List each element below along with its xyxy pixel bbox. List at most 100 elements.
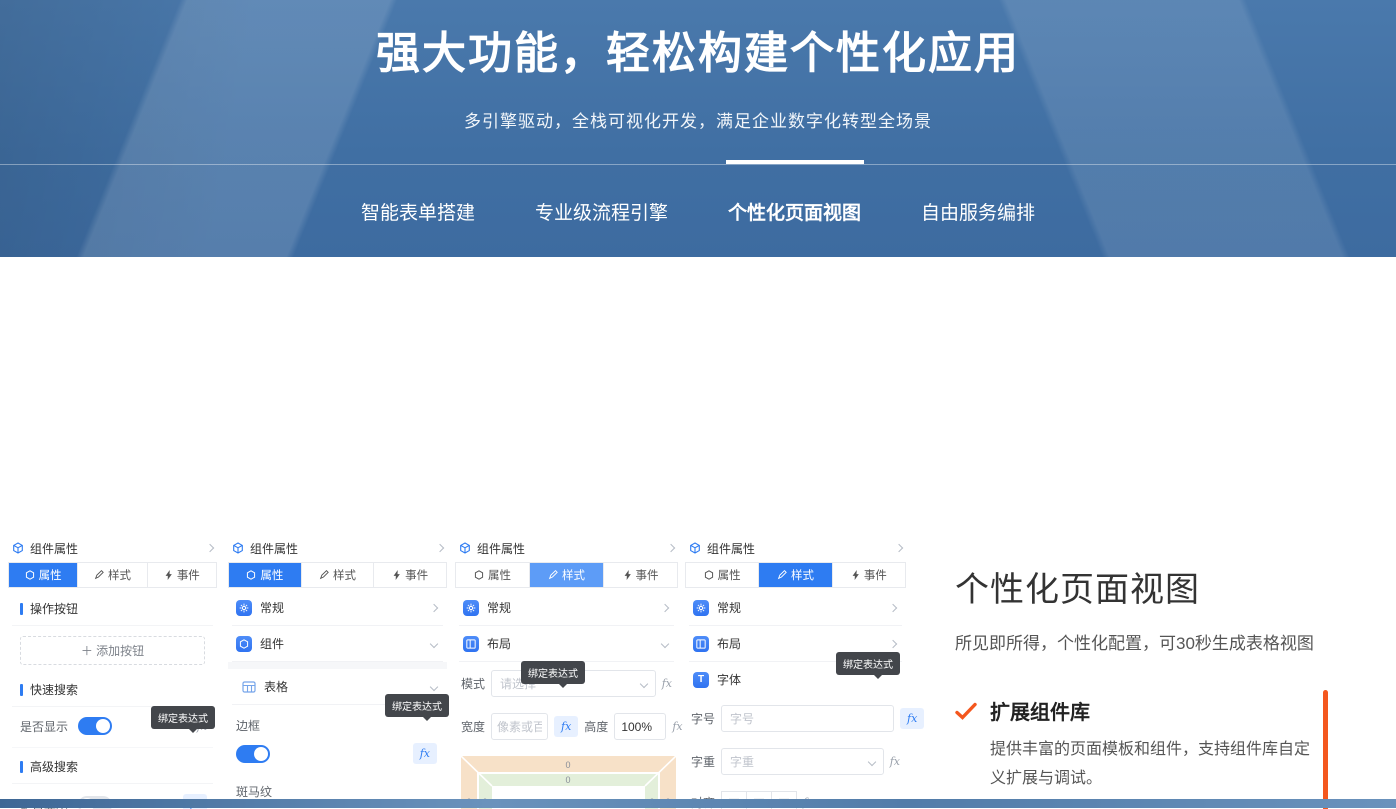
add-button[interactable]: ＋ 添加按钮 (20, 636, 205, 665)
gear-icon (236, 600, 252, 616)
panel-title: 组件属性 (477, 540, 525, 557)
tab-label: 属性 (260, 567, 283, 583)
panel-body: 常规 布局 T 字体 字号 fx 字重 (685, 588, 906, 809)
bind-expression-tooltip: 绑定表达式 (151, 706, 215, 729)
panel-body: 操作按钮 ＋ 添加按钮 快速搜索 是否显示 fx 高级搜索 是否显示 fx 排序… (8, 588, 217, 809)
accordion-component[interactable]: 组件 (232, 626, 443, 662)
height-label: 高度 (584, 718, 608, 735)
chevron-right-icon[interactable] (436, 544, 444, 552)
fx-button[interactable]: fx (662, 677, 672, 690)
hero-banner: 强大功能，轻松构建个性化应用 多引擎驱动，全栈可视化开发，满足企业数字化转型全场… (0, 0, 1396, 257)
tab-label: 属性 (718, 567, 741, 583)
fx-button-active[interactable]: fx (554, 716, 578, 737)
chevron-right-icon[interactable] (895, 544, 903, 552)
feature-list: 扩展组件库 提供丰富的页面模板和组件，支持组件库自定义扩展与调试。 前后分层 视… (955, 696, 1335, 809)
tab-style[interactable]: 样式 (301, 563, 374, 587)
toggle-on[interactable] (236, 745, 270, 763)
tab-style[interactable]: 样式 (758, 563, 831, 587)
font-weight-placeholder: 字重 (730, 753, 754, 770)
event-icon (623, 570, 632, 580)
chevron-right-icon (889, 603, 897, 611)
font-icon: T (693, 672, 709, 688)
event-icon (164, 570, 173, 580)
chevron-down-icon (430, 682, 438, 690)
properties-icon (246, 570, 256, 580)
accordion-general[interactable]: 常规 (689, 590, 902, 626)
accordion-label: 布局 (717, 635, 741, 652)
tab-properties[interactable]: 属性 (456, 563, 529, 587)
chevron-right-icon[interactable] (206, 544, 214, 552)
font-weight-select[interactable]: 字重 (721, 748, 884, 775)
accordion-general[interactable]: 常规 (232, 590, 443, 626)
event-icon (392, 570, 401, 580)
panel-title: 组件属性 (30, 540, 78, 557)
tab-event[interactable]: 事件 (832, 563, 905, 587)
table-icon (242, 681, 256, 693)
hero-tabstrip: 智能表单搭建 专业级流程引擎 个性化页面视图 自由服务编排 (0, 164, 1396, 257)
style-icon (94, 570, 104, 580)
tab-event[interactable]: 事件 (603, 563, 677, 587)
event-icon (851, 570, 860, 580)
font-size-row: 字号 fx (689, 697, 902, 740)
border-toggle-row: fx (232, 736, 443, 771)
feature-item-title: 扩展组件库 (990, 696, 1090, 725)
gear-icon (693, 600, 709, 616)
width-label: 宽度 (461, 718, 485, 735)
hero-tab-page-view[interactable]: 个性化页面视图 (724, 196, 865, 227)
tab-properties[interactable]: 属性 (686, 563, 758, 587)
accordion-layout[interactable]: 布局 (459, 626, 674, 662)
font-size-label: 字号 (691, 710, 715, 727)
tab-label: 事件 (636, 567, 659, 583)
properties-icon (474, 570, 484, 580)
tab-event[interactable]: 事件 (373, 563, 446, 587)
hero-tab-service-orchestration[interactable]: 自由服务编排 (917, 196, 1039, 227)
style-icon (777, 570, 787, 580)
tab-properties[interactable]: 属性 (229, 563, 301, 587)
tab-style[interactable]: 样式 (77, 563, 146, 587)
toggle-on[interactable] (78, 717, 112, 735)
bottom-accent-bar (0, 799, 1396, 808)
feature-scroll-indicator[interactable] (1323, 690, 1328, 809)
height-input[interactable] (614, 713, 666, 740)
tab-event[interactable]: 事件 (147, 563, 216, 587)
chevron-right-icon[interactable] (667, 544, 675, 552)
panel-header: 组件属性 (685, 534, 906, 562)
chevron-right-icon (889, 639, 897, 647)
svg-text:0: 0 (565, 775, 570, 785)
accordion-label: 组件 (260, 635, 284, 652)
font-weight-row: 字重 字重 fx (689, 740, 902, 783)
tab-label: 样式 (108, 567, 131, 583)
width-input[interactable] (491, 713, 548, 740)
scroll-thumb[interactable] (1323, 690, 1328, 809)
accordion-label: 常规 (260, 599, 284, 616)
fx-button-active[interactable]: fx (900, 708, 924, 729)
hero-title: 强大功能，轻松构建个性化应用 (0, 0, 1396, 81)
hero-tab-label: 智能表单搭建 (361, 203, 475, 224)
tab-label: 事件 (864, 567, 887, 583)
hero-tab-label: 专业级流程引擎 (535, 203, 668, 224)
panel-header: 组件属性 (228, 534, 447, 562)
accordion-general[interactable]: 常规 (459, 590, 674, 626)
tab-label: 样式 (562, 567, 585, 583)
tab-label: 属性 (39, 567, 62, 583)
page: 强大功能，轻松构建个性化应用 多引擎驱动，全栈可视化开发，满足企业数字化转型全场… (0, 0, 1396, 809)
tab-properties[interactable]: 属性 (9, 563, 77, 587)
section-quick-search: 快速搜索 (12, 671, 213, 707)
divider-band (228, 662, 447, 669)
chevron-down-icon (867, 757, 875, 765)
panel-header: 组件属性 (455, 534, 678, 562)
cube-icon (459, 542, 471, 554)
bind-expression-tooltip: 绑定表达式 (836, 652, 900, 675)
hero-tab-process-engine[interactable]: 专业级流程引擎 (531, 196, 672, 227)
fx-button[interactable]: fx (672, 720, 682, 733)
fx-button[interactable]: fx (890, 755, 900, 768)
tab-label: 样式 (791, 567, 814, 583)
hero-tab-smart-form[interactable]: 智能表单搭建 (357, 196, 479, 227)
main-content: 组件属性 属性 样式 事件 操作按钮 ＋ (0, 257, 1396, 809)
panel-header: 组件属性 (8, 534, 217, 562)
tab-style[interactable]: 样式 (529, 563, 603, 587)
chevron-down-icon (639, 679, 647, 687)
fx-button-active[interactable]: fx (413, 743, 437, 764)
font-size-input[interactable] (721, 705, 894, 732)
font-weight-label: 字重 (691, 753, 715, 770)
